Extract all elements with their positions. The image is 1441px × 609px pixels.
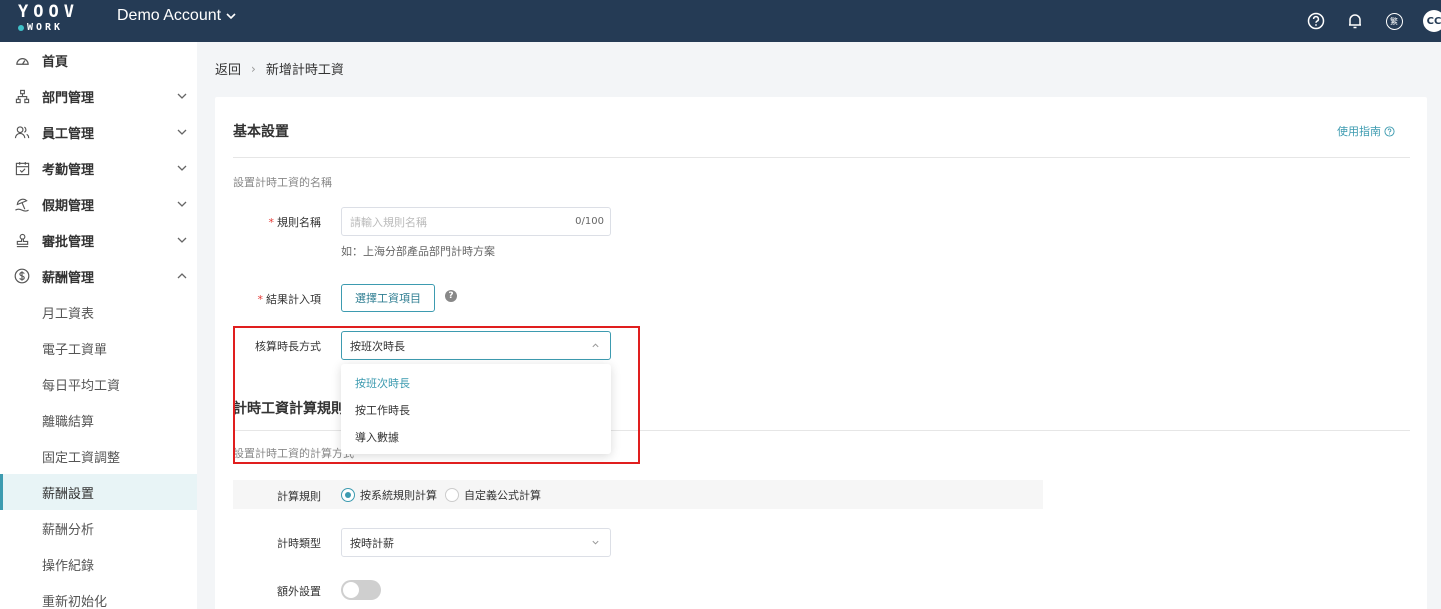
calc-mode-dropdown: 按班次時長 按工作時長 導入數據 [341,364,611,454]
sidebar-subitem-fixed-salary-adjustment[interactable]: 固定工資調整 [0,438,197,474]
rule-name-label: * 規則名稱 [268,216,322,229]
radio-checked-icon [341,488,355,502]
account-switcher[interactable]: Demo Account [117,7,236,25]
extra-settings-label: 額外設置 [277,585,321,598]
dropdown-option-shift-duration[interactable]: 按班次時長 [341,369,611,396]
chevron-up-icon [592,343,599,348]
bell-icon[interactable] [1345,11,1365,31]
logo-dot-icon [18,24,24,31]
divider [233,157,1410,158]
chevron-down-icon [177,235,187,245]
breadcrumb: 返回 › 新增計時工資 [215,59,344,79]
sidebar-item-leave[interactable]: 假期管理 [0,186,197,222]
calc-mode-select[interactable]: 按班次時長 [341,331,611,360]
top-bar: YOOV WORK Demo Account 繁 CC [0,0,1441,42]
rule-name-input[interactable]: 請輸入規則名稱 0/100 [341,207,611,236]
sidebar-subitem-payroll-settings[interactable]: 薪酬設置 [0,474,197,510]
sidebar-subitem-daily-average-wage[interactable]: 每日平均工資 [0,366,197,402]
sidebar-subitem-reinitialize[interactable]: 重新初始化 [0,582,197,609]
radio-custom-formula[interactable]: 自定義公式計算 [445,487,541,503]
yoov-work-logo[interactable]: YOOV WORK [18,3,82,39]
chevron-up-icon [177,271,187,281]
extra-settings-toggle[interactable] [341,580,381,600]
radio-unchecked-icon [445,488,459,502]
sidebar-subitem-monthly-payroll[interactable]: 月工資表 [0,294,197,330]
usage-guide-link[interactable]: 使用指南 [1337,123,1395,139]
basic-settings-hint: 設置計時工資的名稱 [233,176,332,189]
basic-settings-title: 基本設置 [233,124,289,140]
chevron-down-icon [177,163,187,173]
sidebar-subitem-operation-log[interactable]: 操作紀錄 [0,546,197,582]
chevron-down-icon [177,91,187,101]
sidebar-subitem-payroll-analysis[interactable]: 薪酬分析 [0,510,197,546]
sidebar-item-employees[interactable]: 員工管理 [0,114,197,150]
avatar[interactable]: CC [1423,10,1441,32]
org-chart-icon [14,88,30,104]
breadcrumb-separator: › [251,61,256,76]
chevron-down-icon [592,540,599,545]
calc-mode-label: 核算時長方式 [255,340,321,353]
sidebar-item-approval[interactable]: 審批管理 [0,222,197,258]
sidebar-item-departments[interactable]: 部門管理 [0,78,197,114]
account-name: Demo Account [117,7,222,24]
form-card: 基本設置 使用指南 設置計時工資的名稱 * 規則名稱 請輸入規則名稱 0/100 … [215,97,1427,609]
chevron-down-icon [177,127,187,137]
rule-name-example: 如：上海分部產品部門計時方案 [341,245,495,258]
stamp-icon [14,232,30,248]
question-circle-icon [1384,125,1395,137]
sidebar-item-attendance[interactable]: 考勤管理 [0,150,197,186]
sidebar-item-payroll[interactable]: 薪酬管理 [0,258,197,294]
dollar-circle-icon [14,268,30,284]
sidebar: 首頁 部門管理 員工管理 考勤管理 假期管理 審批管理 薪酬管理 月工資表 電子… [0,42,197,609]
char-counter: 0/100 [575,216,604,227]
help-icon[interactable] [1306,11,1326,31]
calc-rules-hint: 設置計時工資的計算方式 [233,447,354,460]
language-icon[interactable]: 繁 [1384,11,1404,31]
calc-rule-label: 計算規則 [277,490,321,503]
sidebar-subitem-e-payslip[interactable]: 電子工資單 [0,330,197,366]
question-mark-icon[interactable]: ? [445,290,457,302]
radio-system-rule[interactable]: 按系統規則計算 [341,487,437,503]
dropdown-option-work-duration[interactable]: 按工作時長 [341,396,611,423]
time-type-select[interactable]: 按時計薪 [341,528,611,557]
sidebar-item-home[interactable]: 首頁 [0,42,197,78]
calendar-check-icon [14,160,30,176]
sidebar-subitem-resignation-settlement[interactable]: 離職結算 [0,402,197,438]
chevron-down-icon [226,13,236,20]
users-icon [14,124,30,140]
calc-rule-row: 計算規則 按系統規則計算 自定義公式計算 [233,480,1043,509]
chevron-down-icon [177,199,187,209]
dropdown-option-import-data[interactable]: 導入數據 [341,423,611,450]
back-link[interactable]: 返回 [215,59,241,78]
calc-rules-title: 計時工資計算規則 [233,401,345,417]
beach-icon [14,196,30,212]
dashboard-icon [14,52,30,68]
time-type-label: 計時類型 [277,537,321,550]
page-title: 新增計時工資 [265,63,344,78]
result-item-label: * 結果計入項 [257,293,322,306]
select-salary-item-button[interactable]: 選擇工資項目 [341,284,435,312]
